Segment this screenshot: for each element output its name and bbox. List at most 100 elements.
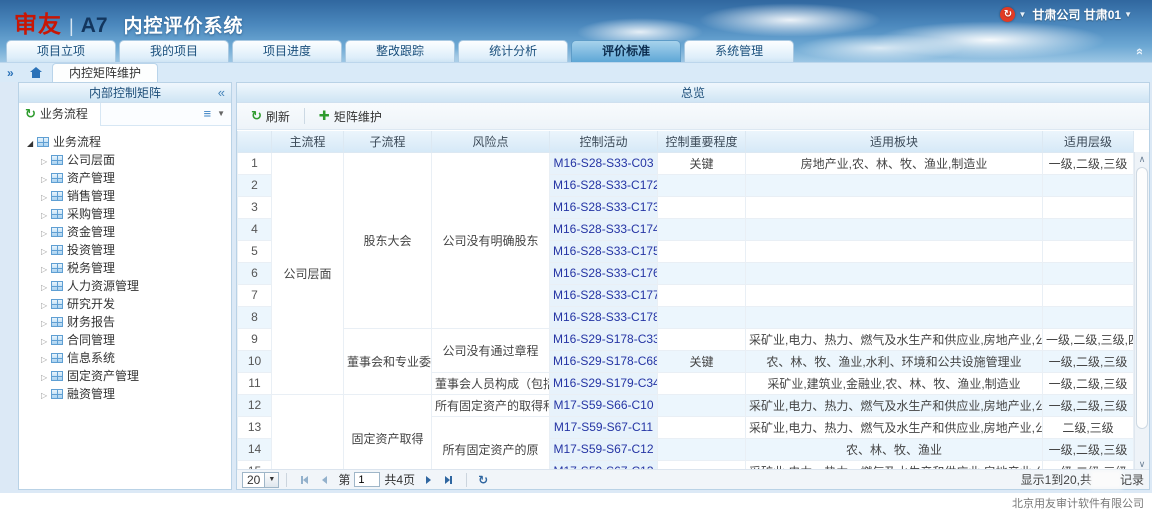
pager-refresh-icon[interactable]: ↻ [478,473,488,487]
expanded-arrow-icon[interactable]: ◢ [27,135,37,153]
content-area: 内部控制矩阵 « ↻业务流程 ≡ ▼ ◢业务流程▷公司层面▷资产管理▷销售管理▷… [0,82,1152,493]
user-name[interactable]: 甘肃01 [1084,6,1121,23]
tree-item-6[interactable]: ▷税务管理 [27,259,227,277]
nav-tab-3[interactable]: 整改跟踪 [345,40,455,62]
tab-business-process[interactable]: ↻ 业务流程 [19,103,101,126]
expand-menu-icon[interactable]: » [7,66,14,80]
page-label: 第 [338,471,350,488]
home-icon[interactable] [30,67,42,78]
nav-tab-4[interactable]: 统计分析 [458,40,568,62]
nav-tab-2[interactable]: 项目进度 [232,40,342,62]
breadcrumb-tab[interactable]: 内控矩阵维护 [52,63,158,83]
chevron-down-icon[interactable]: ▼ [1124,10,1132,19]
tree-item-7[interactable]: ▷人力资源管理 [27,277,227,295]
nav-tab-1[interactable]: 我的项目 [119,40,229,62]
main-nav: 项目立项我的项目项目进度整改跟踪统计分析评价标准系统管理 [6,39,797,62]
sub-process-cell: 股东大会 [344,152,432,328]
vendor-name: 北京用友审计软件有限公司 [1012,495,1144,511]
folder-icon [51,335,63,345]
tree-item-9[interactable]: ▷财务报告 [27,313,227,331]
level-cell: 一级,二级,三级 [1043,152,1134,174]
control-activity-link[interactable]: M16-S29-S178-C68 [550,350,658,372]
control-activity-link[interactable]: M16-S29-S178-C33 [550,328,658,350]
scrollbar-thumb[interactable] [1136,167,1148,429]
chevron-down-icon[interactable]: ▼ [1018,10,1026,19]
tree-item-label: 资金管理 [67,225,115,239]
tree-item-11[interactable]: ▷信息系统 [27,349,227,367]
tree-item-1[interactable]: ▷资产管理 [27,169,227,187]
nav-tab-0[interactable]: 项目立项 [6,40,116,62]
tree-item-13[interactable]: ▷融资管理 [27,385,227,403]
nav-tab-6[interactable]: 系统管理 [684,40,794,62]
column-header-4: 控制活动 [550,131,658,152]
sector-cell: 农、林、牧、渔业,水利、环境和公共设施管理业 [746,350,1043,372]
column-header-5: 控制重要程度 [658,131,746,152]
prev-page-button[interactable] [322,476,327,484]
vertical-scrollbar[interactable]: ∧ ∨ [1134,152,1149,471]
control-activity-link[interactable]: M16-S28-S33-C172 [550,174,658,196]
control-activity-link[interactable]: M16-S28-S33-C177 [550,284,658,306]
control-activity-link[interactable]: M17-S59-S67-C12 [550,438,658,460]
chevron-down-icon[interactable]: ▼ [217,109,225,118]
tree-item-4[interactable]: ▷资金管理 [27,223,227,241]
level-cell [1043,284,1134,306]
page-size-select[interactable]: 20 ▼ [242,472,279,488]
control-activity-link[interactable]: M16-S29-S179-C34 [550,372,658,394]
control-activity-link[interactable]: M16-S28-S33-C178 [550,306,658,328]
scroll-up-icon[interactable]: ∧ [1135,152,1149,166]
pager-separator [286,473,287,487]
matrix-maintain-button[interactable]: ✚矩阵维护 [311,106,390,127]
sector-cell [746,174,1043,196]
collapsed-arrow-icon[interactable]: ▷ [41,387,51,405]
toolbar: ↻刷新 ✚矩阵维护 [237,103,1149,130]
folder-icon [51,371,63,381]
importance-cell [658,306,746,328]
nav-tab-5[interactable]: 评价标准 [571,40,681,62]
tree-item-12[interactable]: ▷固定资产管理 [27,367,227,385]
folder-icon [51,263,63,273]
tree-item-10[interactable]: ▷合同管理 [27,331,227,349]
process-icon: ↻ [25,106,36,121]
control-activity-link[interactable]: M16-S28-S33-C03 [550,152,658,174]
control-activity-link[interactable]: M17-S59-S66-C10 [550,394,658,416]
tree-item-8[interactable]: ▷研究开发 [27,295,227,313]
control-activity-link[interactable]: M16-S28-S33-C173 [550,196,658,218]
level-cell: 一级,二级,三级 [1043,394,1134,416]
sub-process-cell: 董事会和专业委员 [344,328,432,394]
tree-item-3[interactable]: ▷采购管理 [27,205,227,223]
refresh-icon: ↻ [251,108,262,124]
control-activity-link[interactable]: M17-S59-S67-C11 [550,416,658,438]
refresh-button[interactable]: ↻刷新 [243,106,298,127]
importance-cell [658,438,746,460]
tree-item-label: 合同管理 [67,333,115,347]
user-company[interactable]: 甘肃公司 [1032,6,1080,23]
tree-item-5[interactable]: ▷投资管理 [27,241,227,259]
row-number-cell: 13 [238,416,272,438]
page-number-input[interactable] [354,472,380,487]
level-cell: 二级,三级 [1043,416,1134,438]
collapse-header-icon[interactable]: » [1131,48,1146,55]
tree-item-2[interactable]: ▷销售管理 [27,187,227,205]
folder-icon [51,173,63,183]
tree-root[interactable]: ◢业务流程 [27,133,227,151]
next-page-button[interactable] [426,476,431,484]
list-view-icon[interactable]: ≡ [203,106,211,121]
control-activity-link[interactable]: M16-S28-S33-C176 [550,262,658,284]
last-page-button[interactable] [445,476,452,484]
first-page-button[interactable] [301,476,308,484]
user-area: ↻ ▼ 甘肃公司 甘肃01 ▼ [1000,6,1138,23]
sector-cell [746,262,1043,284]
pager-separator [466,473,467,487]
control-activity-link[interactable]: M16-S28-S33-C175 [550,240,658,262]
level-cell: 一级,二级,三级 [1043,350,1134,372]
collapse-sidebar-icon[interactable]: « [218,83,225,103]
control-activity-link[interactable]: M16-S28-S33-C174 [550,218,658,240]
logout-icon[interactable]: ↻ [1000,7,1015,22]
tree-item-label: 税务管理 [67,261,115,275]
tab-business-process-label: 业务流程 [40,107,88,121]
pagination-bar: 20 ▼ 第 共4页 ↻ 显示1到20,共 记录 [237,469,1149,489]
tree-item-0[interactable]: ▷公司层面 [27,151,227,169]
record-info-prefix: 显示1到20,共 [1021,471,1092,488]
column-header-7: 适用层级 [1043,131,1134,152]
sidebar-tools: ≡ ▼ [203,106,225,121]
